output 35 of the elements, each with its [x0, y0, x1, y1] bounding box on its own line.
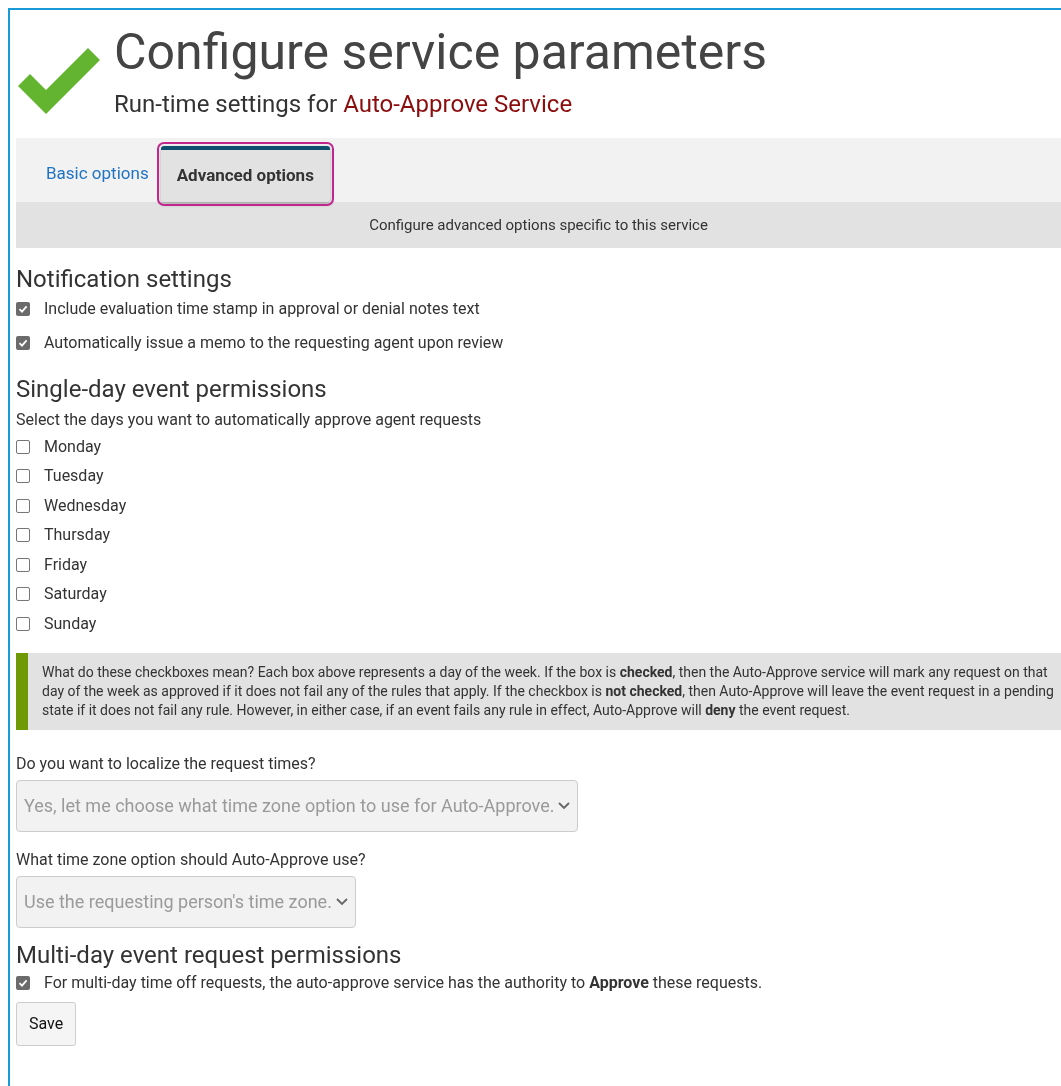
section-heading: Multi-day event request permissions: [16, 939, 403, 970]
checked-checkbox[interactable]: [16, 336, 30, 350]
checked-checkbox[interactable]: [16, 975, 30, 990]
checkbox[interactable]: [16, 439, 30, 454]
page-subtitle: Run-time settings for: [114, 89, 339, 120]
checkbox[interactable]: [16, 616, 30, 631]
checkbox-label: Friday: [44, 553, 88, 576]
note-text: What do these checkboxes mean? Each box above represents a day of the week. If the box is checked, then the Auto-Approve service will mark any request on that day of the week as approved if it does not fail any of the rules that apply. If the checkbox is not checked, then Auto-Approve will leave the event request in a pending state if it does not fail any rule. However, in either case, if an event fails any rule in effect, Auto-Approve will deny the event request.: [42, 663, 1054, 718]
instruction-text: Select the days you want to automatically approve agent requests: [16, 409, 483, 431]
checkbox[interactable]: [16, 528, 30, 543]
checkbox[interactable]: [16, 557, 30, 572]
checked-checkbox[interactable]: [16, 302, 30, 316]
checkbox[interactable]: [16, 469, 30, 484]
checkbox[interactable]: [16, 587, 30, 602]
checkbox[interactable]: [16, 498, 30, 513]
checkbox-label: Monday: [44, 435, 102, 458]
service-name: Auto-Approve Service: [343, 89, 573, 120]
tab[interactable]: Basic options: [30, 146, 159, 202]
checkbox-label: Thursday: [44, 524, 111, 547]
page-title: Configure service parameters: [114, 24, 767, 80]
section-heading: Notification settings: [16, 264, 233, 294]
checkbox-label: Wednesday: [44, 494, 127, 517]
chevron-down-icon: [335, 897, 348, 906]
chevron-down-icon: [558, 801, 571, 810]
checkbox-label: For multi-day time off requests, the auto-approve service has the authority to Approve these requests.: [44, 971, 763, 994]
checkbox-label: Include evaluation time stamp in approval or denial notes text: [44, 298, 480, 320]
checkbox-label: Sunday: [44, 612, 97, 635]
checkbox-label: Automatically issue a memo to the requesting agent upon review: [44, 332, 504, 354]
checkbox-label: Tuesday: [44, 465, 104, 488]
field-label: Do you want to localize the request times?: [16, 752, 317, 775]
save-button[interactable]: Save: [16, 1001, 77, 1046]
section-heading: Single-day event permissions: [16, 374, 328, 404]
checkbox-label: Saturday: [44, 583, 107, 606]
field-label: What time zone option should Auto-Approve use?: [16, 848, 367, 871]
tab-description: Configure advanced options specific to this service: [16, 202, 1061, 248]
